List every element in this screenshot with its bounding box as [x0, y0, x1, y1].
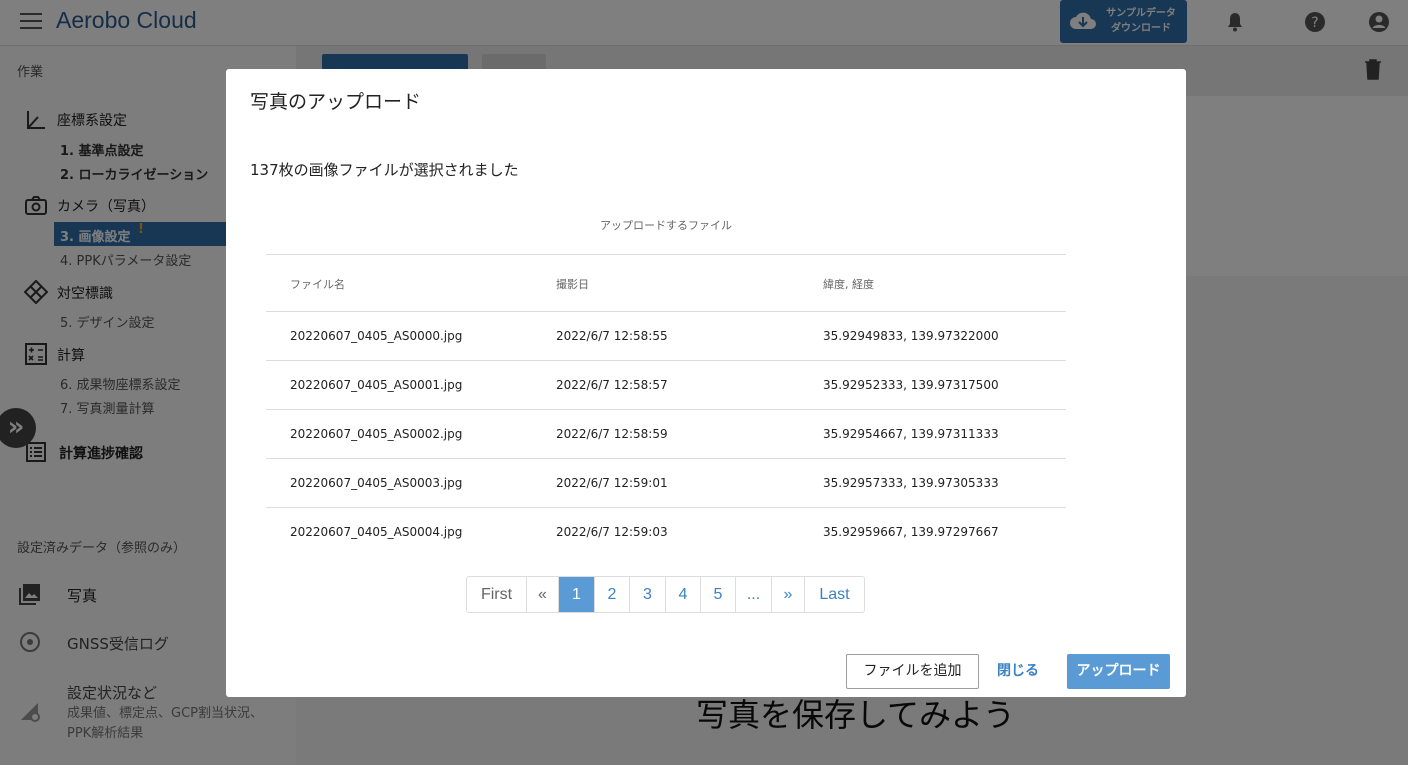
table-row: 20220607_0405_AS0003.jpg 2022/6/7 12:59:…	[266, 458, 1066, 507]
cell-latlon: 35.92954667, 139.97311333	[823, 427, 999, 441]
table-row: 20220607_0405_AS0004.jpg 2022/6/7 12:59:…	[266, 507, 1066, 556]
dialog-title: 写真のアップロード	[250, 91, 422, 113]
col-date: 撮影日	[556, 278, 589, 291]
add-file-button[interactable]: ファイルを追加	[846, 654, 979, 689]
cell-filename: 20220607_0405_AS0001.jpg	[290, 378, 463, 392]
cell-date: 2022/6/7 12:58:57	[556, 378, 668, 392]
selection-info: 137枚の画像ファイルが選択されました	[250, 161, 519, 179]
col-latlon: 緯度, 経度	[823, 278, 874, 291]
cell-latlon: 35.92959667, 139.97297667	[823, 525, 999, 539]
table-row: 20220607_0405_AS0001.jpg 2022/6/7 12:58:…	[266, 360, 1066, 409]
pager-page-4[interactable]: 4	[666, 577, 701, 612]
upload-button[interactable]: アップロード	[1067, 654, 1170, 689]
cell-date: 2022/6/7 12:59:03	[556, 525, 668, 539]
cell-filename: 20220607_0405_AS0002.jpg	[290, 427, 463, 441]
pager-page-2[interactable]: 2	[595, 577, 630, 612]
pager-page-5[interactable]: 5	[701, 577, 736, 612]
cell-filename: 20220607_0405_AS0000.jpg	[290, 329, 463, 343]
cell-date: 2022/6/7 12:58:59	[556, 427, 668, 441]
table-row: 20220607_0405_AS0000.jpg 2022/6/7 12:58:…	[266, 311, 1066, 360]
cell-latlon: 35.92949833, 139.97322000	[823, 329, 999, 343]
cell-latlon: 35.92957333, 139.97305333	[823, 476, 999, 490]
table-caption: アップロードするファイル	[600, 219, 732, 232]
cell-date: 2022/6/7 12:58:55	[556, 329, 668, 343]
pager-next[interactable]: »	[772, 577, 805, 612]
pager-last[interactable]: Last	[805, 577, 864, 612]
pager-first[interactable]: First	[467, 577, 527, 612]
pager-page-3[interactable]: 3	[630, 577, 666, 612]
table-row: 20220607_0405_AS0002.jpg 2022/6/7 12:58:…	[266, 409, 1066, 458]
cell-filename: 20220607_0405_AS0003.jpg	[290, 476, 463, 490]
file-table: ファイル名 撮影日 緯度, 経度 20220607_0405_AS0000.jp…	[266, 254, 1066, 556]
pager-page-1[interactable]: 1	[559, 577, 595, 612]
pagination: First « 1 2 3 4 5 ... » Last	[466, 576, 865, 613]
pager-ellipsis[interactable]: ...	[736, 577, 772, 612]
cell-date: 2022/6/7 12:59:01	[556, 476, 668, 490]
cell-latlon: 35.92952333, 139.97317500	[823, 378, 999, 392]
upload-dialog: 写真のアップロード 137枚の画像ファイルが選択されました アップロードするファ…	[226, 69, 1186, 697]
table-header: ファイル名 撮影日 緯度, 経度	[266, 254, 1066, 311]
pager-prev[interactable]: «	[527, 577, 559, 612]
col-filename: ファイル名	[290, 278, 345, 291]
cell-filename: 20220607_0405_AS0004.jpg	[290, 525, 463, 539]
close-button[interactable]: 閉じる	[992, 654, 1044, 689]
